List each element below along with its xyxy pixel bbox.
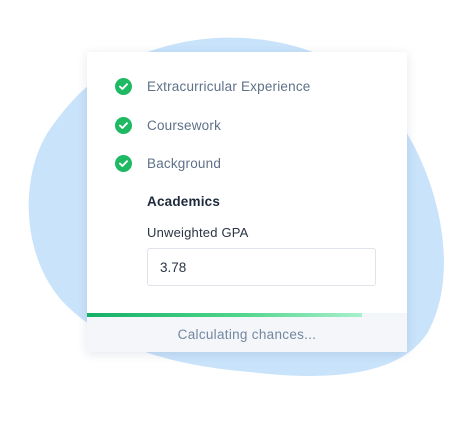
check-circle-icon	[115, 78, 132, 95]
check-circle-icon	[115, 117, 132, 134]
step-label: Coursework	[147, 118, 222, 133]
step-label: Extracurricular Experience	[147, 79, 311, 94]
step-extracurricular-experience: Extracurricular Experience	[115, 78, 311, 95]
status-text: Calculating chances...	[177, 327, 317, 342]
chances-card: Extracurricular Experience Coursework Ba…	[87, 52, 407, 352]
academics-heading: Academics	[147, 194, 221, 209]
check-circle-icon	[115, 155, 132, 172]
status-footer: Calculating chances...	[87, 317, 407, 352]
gpa-label: Unweighted GPA	[147, 225, 249, 240]
step-coursework: Coursework	[115, 117, 221, 134]
gpa-input[interactable]	[147, 248, 376, 286]
step-background: Background	[115, 155, 221, 172]
step-label: Background	[147, 156, 222, 171]
